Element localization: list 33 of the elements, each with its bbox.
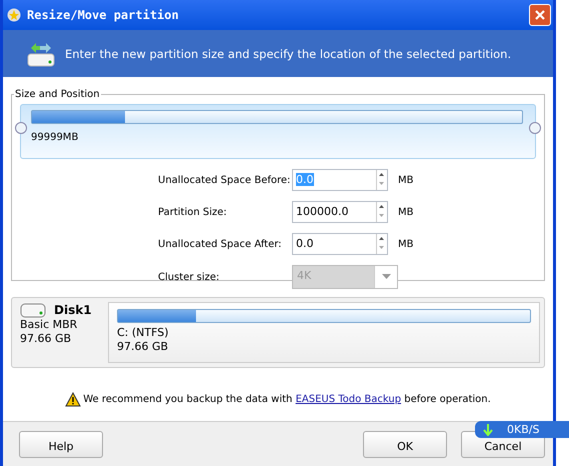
ok-button[interactable]: OK (363, 430, 447, 458)
field-label: Unallocated Space After: (158, 238, 283, 250)
app-icon (7, 8, 21, 22)
header-text: Enter the new partition size and specify the location of the selected partition. (65, 46, 512, 60)
partition-bar[interactable] (31, 110, 523, 124)
disk-size: 97.66 GB (20, 332, 72, 346)
speed-toast[interactable]: 0KB/S (475, 421, 569, 438)
window-title: Resize/Move partition (27, 8, 180, 22)
field-label: Unallocated Space Before: (158, 174, 292, 186)
unit-label: MB (398, 206, 414, 218)
resize-handle[interactable] (529, 122, 541, 134)
field-label: Cluster size: (158, 272, 220, 282)
close-icon (534, 9, 546, 21)
unit-label: MB (398, 238, 414, 250)
dropdown-arrow-icon (382, 274, 390, 280)
field-label: Partition Size: (158, 206, 228, 218)
size-label: 99999MB (31, 132, 80, 143)
close-button[interactable] (529, 4, 551, 26)
disk-type: Basic MBR (20, 318, 78, 332)
spin-field[interactable]: 100000.0 (292, 201, 388, 223)
disk-name: Disk1 (54, 303, 92, 317)
backup-link[interactable]: EASEUS Todo Backup (296, 394, 402, 405)
partition-size: 97.66 GB (117, 340, 170, 354)
group-legend: Size and Position (14, 89, 101, 100)
download-arrow-icon (483, 424, 493, 436)
resize-handle[interactable] (15, 122, 27, 134)
partition-card[interactable]: C: (NTFS) 97.66 GB (108, 302, 540, 363)
partition-label: C: (NTFS) (117, 326, 170, 340)
spin-field[interactable]: 0.0 (292, 233, 388, 255)
unit-label: MB (398, 174, 414, 186)
help-button[interactable]: Help (19, 430, 103, 458)
backup-notice: We recommend you backup the data with EASEUS Todo Backup before operation. (83, 394, 491, 405)
warning-icon (65, 392, 82, 407)
